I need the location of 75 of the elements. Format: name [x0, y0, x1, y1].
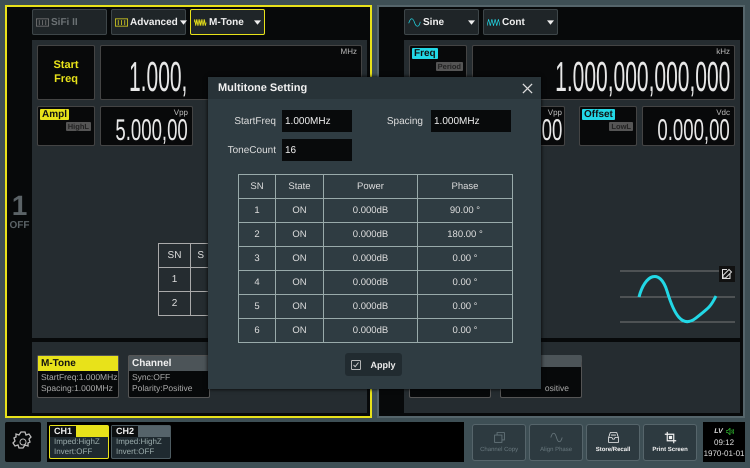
- channel-number: 1: [12, 192, 28, 220]
- unit-label: Vpp: [174, 108, 188, 117]
- table-cell: 3: [238, 246, 276, 270]
- mode-dropdown[interactable]: Advanced: [111, 9, 186, 35]
- table-cell: 0.000dB: [324, 246, 418, 270]
- summary-card-title: M-Tone: [38, 356, 118, 371]
- column-header: SN: [158, 244, 190, 268]
- table-cell: 0.00 °: [418, 246, 512, 270]
- summary-line: StartFreq:1.000MHz: [40, 371, 118, 382]
- parameter-label: Offset: [582, 109, 615, 120]
- field-label: Spacing: [386, 116, 423, 126]
- table-cell: ON: [276, 198, 324, 222]
- summary-line: ositive: [544, 383, 569, 393]
- clock-time: 09:12: [714, 436, 734, 448]
- field-label: ToneCount: [226, 144, 276, 156]
- unit-label: kHz: [716, 47, 730, 56]
- summary-line: Sync:OFF: [131, 371, 172, 382]
- input-field[interactable]: 1.000MHz: [282, 110, 352, 132]
- table-cell: 0.000dB: [324, 198, 418, 222]
- table-cell: 0.000dB: [324, 318, 418, 342]
- parameter-label: Start Freq: [52, 58, 80, 86]
- waveform-dropdown[interactable]: Sine: [404, 9, 479, 35]
- table-cell: 0.00 °: [418, 294, 512, 318]
- waveform-dropdown[interactable]: Cont: [483, 9, 558, 35]
- input-field[interactable]: 1.000MHz: [431, 110, 511, 132]
- unit-label: MHz: [340, 47, 357, 56]
- parameter-label: Ampl: [40, 109, 69, 120]
- summary-card[interactable]: Channel Sync:OFF Polarity:Positive: [128, 355, 210, 398]
- frequency-value: 1.000,000,000,000: [554, 56, 730, 98]
- clock-date: 1970-01-01: [704, 448, 744, 458]
- table-cell: 2: [158, 292, 190, 316]
- table-cell: 5: [238, 294, 276, 318]
- table-cell: ON: [276, 294, 324, 318]
- table-cell: 1: [158, 268, 190, 292]
- table-cell: 90.00 °: [418, 198, 512, 222]
- column-header: State: [276, 174, 324, 198]
- table-cell: 1: [238, 198, 276, 222]
- field-label: StartFreq: [233, 116, 276, 126]
- value-display[interactable]: Vpp 5.000,00: [100, 106, 193, 146]
- table-cell: 0.000dB: [324, 270, 418, 294]
- channel-tab[interactable]: CH1 Imped:HighZ Invert:OFF: [49, 425, 109, 459]
- table-cell: 6: [238, 318, 276, 342]
- channel-tab[interactable]: CH2 Imped:HighZ Invert:OFF: [111, 425, 171, 459]
- amplitude-value: 5.000,00: [116, 117, 188, 145]
- channel-output-state: OFF: [10, 220, 30, 231]
- table-cell: ON: [276, 270, 324, 294]
- column-header: Phase: [418, 174, 512, 198]
- amplitude-value: 00: [541, 117, 562, 145]
- table-cell: 0.00 °: [418, 270, 512, 294]
- table-cell: 0.000dB: [324, 222, 418, 246]
- table-cell: 180.00 °: [418, 222, 512, 246]
- dialog-title: Multitone Setting: [218, 82, 308, 94]
- table-cell: 0.000dB: [324, 294, 418, 318]
- apply-button[interactable]: Apply: [345, 353, 402, 376]
- summary-line: Polarity:Positive: [131, 382, 194, 393]
- offset-value: 0.000,00: [658, 117, 730, 145]
- table-cell: 4: [238, 270, 276, 294]
- unit-label: Vpp: [548, 108, 562, 117]
- table-cell: ON: [276, 222, 324, 246]
- unit-label: Vdc: [716, 108, 730, 117]
- summary-card-title: Channel: [129, 356, 209, 371]
- summary-card[interactable]: M-Tone StartFreq:1.000MHz Spacing:1.000MHz: [37, 355, 119, 398]
- frequency-value: 1.000,: [129, 56, 188, 98]
- table-cell: ON: [276, 246, 324, 270]
- column-header: SN: [238, 174, 276, 198]
- table-cell: ON: [276, 318, 324, 342]
- value-display[interactable]: Vdc 0.000,00: [642, 106, 735, 146]
- table-cell: 2: [238, 222, 276, 246]
- column-header: Power: [324, 174, 418, 198]
- parameter-label: Freq: [412, 48, 438, 59]
- input-field[interactable]: 16: [282, 139, 352, 161]
- mode-dropdown[interactable]: M-Tone: [190, 9, 265, 35]
- table-cell: 0.00 °: [418, 318, 512, 342]
- summary-line: Spacing:1.000MHz: [40, 382, 114, 393]
- parameter-card[interactable]: Start Freq: [37, 45, 95, 100]
